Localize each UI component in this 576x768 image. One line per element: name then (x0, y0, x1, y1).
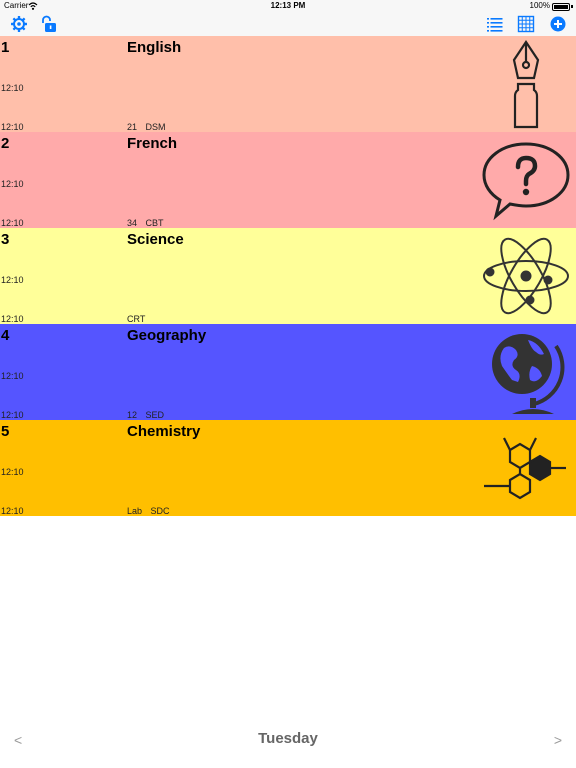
subject-name: Chemistry (127, 423, 201, 440)
next-day-button[interactable]: > (554, 732, 562, 748)
lesson-row-3[interactable]: 3 Science 12:10 12:10 CRT (0, 228, 576, 324)
period-number: 5 (1, 423, 10, 440)
room-label: 21 DSM (127, 122, 166, 132)
battery-icon (552, 3, 570, 11)
start-time: 12:10 (1, 371, 24, 381)
subject-name: Science (127, 231, 184, 248)
subject-name: English (127, 39, 182, 56)
end-time: 12:10 (1, 314, 24, 324)
start-time: 12:10 (1, 275, 24, 285)
status-bar: Carrier 12:13 PM 100% (0, 0, 576, 12)
list-icon[interactable] (486, 15, 504, 33)
period-number: 2 (1, 135, 10, 152)
globe-icon (480, 326, 572, 418)
battery-percent: 100% (529, 1, 550, 10)
room-label: CRT (127, 314, 146, 324)
lesson-row-2[interactable]: 2 French 12:10 12:10 34 CBT (0, 132, 576, 228)
unlock-icon[interactable] (40, 15, 58, 33)
timetable-list: 1 English 12:10 12:10 21 DSM 2 French 12… (0, 36, 576, 516)
room-label: 12 SED (127, 410, 165, 420)
subject-name: French (127, 135, 178, 152)
pen-nib-icon (480, 38, 572, 130)
subject-name: Geography (127, 327, 207, 344)
question-bubble-icon (480, 134, 572, 226)
end-time: 12:10 (1, 410, 24, 420)
end-time: 12:10 (1, 506, 24, 516)
add-icon[interactable] (549, 15, 567, 33)
period-number: 1 (1, 39, 10, 56)
gear-icon[interactable] (10, 15, 28, 33)
room-label: Lab SDC (127, 506, 170, 516)
lesson-row-5[interactable]: 5 Chemistry 12:10 12:10 Lab SDC (0, 420, 576, 516)
start-time: 12:10 (1, 179, 24, 189)
atom-icon (480, 230, 572, 322)
grid-icon[interactable] (517, 15, 535, 33)
room-label: 34 CBT (127, 218, 164, 228)
start-time: 12:10 (1, 83, 24, 93)
end-time: 12:10 (1, 122, 24, 132)
end-time: 12:10 (1, 218, 24, 228)
molecule-icon (480, 422, 572, 514)
start-time: 12:10 (1, 467, 24, 477)
lesson-row-4[interactable]: 4 Geography 12:10 12:10 12 SED (0, 324, 576, 420)
lesson-row-1[interactable]: 1 English 12:10 12:10 21 DSM (0, 36, 576, 132)
clock: 12:13 PM (270, 1, 306, 10)
toolbar (0, 12, 576, 37)
day-title: Tuesday (258, 730, 318, 747)
period-number: 3 (1, 231, 10, 248)
day-navigation: < Tuesday > (0, 724, 576, 756)
period-number: 4 (1, 327, 10, 344)
battery-tip (571, 5, 573, 8)
